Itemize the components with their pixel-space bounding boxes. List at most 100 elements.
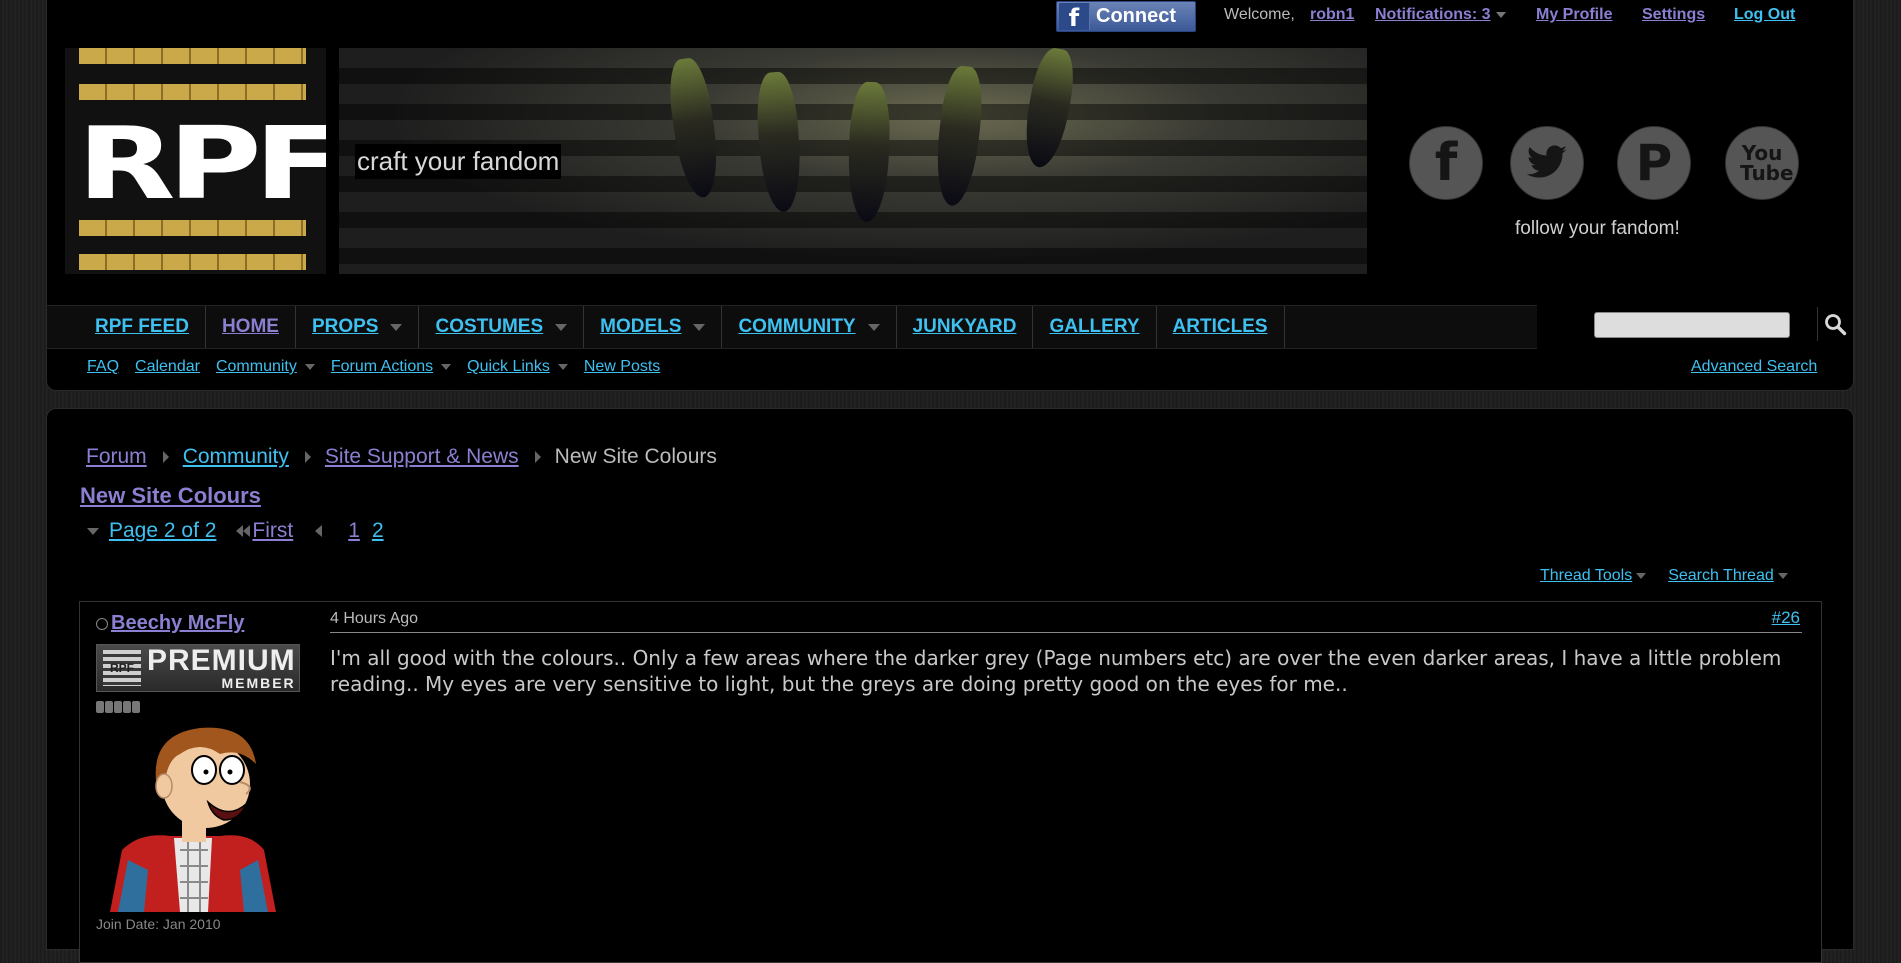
thread-title[interactable]: New Site Colours	[80, 483, 261, 509]
badge-premium-text: PREMIUM	[147, 644, 296, 677]
nav-item-label: HOME	[221, 316, 279, 337]
chevron-down-icon[interactable]	[555, 323, 568, 331]
post-date: 4 Hours Ago	[330, 610, 1802, 633]
banner-claw-decor	[931, 64, 987, 208]
subnav-item-new-posts[interactable]: New Posts	[584, 358, 660, 376]
post-number-link[interactable]: #26	[1772, 608, 1800, 628]
banner-claw-decor	[846, 81, 892, 223]
nav-item-costumes[interactable]: COSTUMES	[419, 306, 585, 348]
page-1-link[interactable]: 1	[348, 519, 360, 543]
top-links-bar: f Connect Welcome, robn1 Notifications: …	[47, 0, 1853, 34]
nav-item-community[interactable]: COMMUNITY	[722, 306, 897, 348]
breadcrumb-arrow-icon	[162, 451, 169, 463]
nav-item-label: COSTUMES	[435, 316, 544, 337]
forum-post: Beechy McFly RPF PREMIUM MEMBER Join Dat…	[79, 601, 1822, 963]
logo-brick-decor	[79, 254, 306, 270]
nav-item-models[interactable]: MODELS	[584, 306, 723, 348]
nav-item-label: PROPS	[311, 316, 379, 337]
page-menu-caret-icon[interactable]	[87, 527, 99, 535]
notifications-link[interactable]: Notifications: 3	[1375, 6, 1491, 24]
logo-text: RPF	[77, 105, 326, 222]
settings-link[interactable]: Settings	[1642, 6, 1705, 24]
breadcrumb-community[interactable]: Community	[183, 445, 289, 469]
page-2-link[interactable]: 2	[372, 519, 384, 543]
post-username-link[interactable]: Beechy McFly	[111, 612, 244, 635]
subnav-item-community[interactable]: Community	[216, 358, 315, 376]
previous-page-icon[interactable]	[315, 525, 323, 537]
breadcrumb-site-support[interactable]: Site Support & News	[325, 445, 519, 469]
breadcrumb-current: New Site Colours	[554, 445, 717, 468]
subnav-item-faq[interactable]: FAQ	[87, 358, 119, 376]
nav-item-rpf-feed[interactable]: RPF FEED	[47, 306, 206, 348]
chevron-down-icon[interactable]	[693, 323, 706, 331]
premium-member-badge: RPF PREMIUM MEMBER	[96, 644, 300, 692]
youtube-glyph: You Tube	[1740, 141, 1794, 185]
log-out-link[interactable]: Log Out	[1734, 6, 1795, 24]
page-of-link[interactable]: Page 2 of 2	[109, 519, 216, 543]
avatar-cartoon-image	[110, 727, 276, 912]
chevron-down-icon[interactable]	[867, 323, 880, 331]
subnav-item-label: Calendar	[135, 358, 200, 375]
subnav-item-forum-actions[interactable]: Forum Actions	[330, 358, 452, 376]
thread-tools-link[interactable]: Thread Tools	[1540, 567, 1632, 585]
username-link[interactable]: robn1	[1310, 6, 1354, 24]
pinterest-social-icon[interactable]: P	[1617, 126, 1691, 200]
banner-claw-decor	[754, 70, 804, 214]
pinterest-glyph: P	[1635, 134, 1673, 192]
nav-item-label: COMMUNITY	[738, 316, 856, 337]
nav-item-label: RPF FEED	[95, 316, 189, 337]
chevron-down-icon[interactable]	[390, 323, 403, 331]
nav-item-articles[interactable]: ARTICLES	[1157, 306, 1285, 348]
subnav-item-label: Community	[215, 358, 297, 375]
banner-tagline: craft your fandom	[355, 144, 562, 179]
notifications-caret-icon[interactable]	[1496, 12, 1506, 18]
chevron-down-icon[interactable]	[441, 364, 452, 370]
nav-item-gallery[interactable]: GALLERY	[1033, 306, 1157, 348]
subnav-item-label: Forum Actions	[330, 358, 434, 375]
my-profile-link[interactable]: My Profile	[1536, 6, 1612, 24]
subnav-item-quick-links[interactable]: Quick Links	[467, 358, 568, 376]
facebook-connect-button[interactable]: f Connect	[1056, 1, 1196, 32]
nav-item-label: JUNKYARD	[912, 316, 1017, 337]
search-thread-caret-icon[interactable]	[1777, 573, 1788, 579]
logo-brick-decor	[79, 84, 306, 100]
subnav-item-label: New Posts	[583, 358, 661, 375]
offline-status-icon	[96, 618, 108, 630]
main-nav-bar: RPF FEED HOME PROPS COSTUMES MODELS COMMUNITY…	[47, 305, 1537, 349]
nav-item-junkyard[interactable]: JUNKYARD	[897, 306, 1034, 348]
search-thread-link[interactable]: Search Thread	[1668, 567, 1774, 585]
advanced-search-link[interactable]: Advanced Search	[1691, 358, 1817, 376]
nav-item-props[interactable]: PROPS	[296, 306, 420, 348]
first-page-link[interactable]: First	[252, 519, 293, 543]
sub-nav-bar: FAQ Calendar Community Forum Actions Quick L…	[87, 358, 676, 376]
twitter-social-icon[interactable]	[1510, 126, 1584, 200]
search-button[interactable]	[1817, 307, 1852, 341]
welcome-text: Welcome,	[1224, 6, 1295, 23]
chevron-down-icon[interactable]	[557, 364, 568, 370]
main-nav-list: RPF FEED HOME PROPS COSTUMES MODELS COMMUNITY…	[47, 306, 1285, 348]
breadcrumb-forum[interactable]: Forum	[86, 445, 147, 469]
search-thread-wrap: Search Thread	[1668, 567, 1788, 585]
header-banner: craft your fandom	[339, 48, 1367, 274]
thread-tools-bar: Thread Tools Search Thread	[1540, 567, 1788, 585]
breadcrumb-arrow-icon	[304, 451, 311, 463]
nav-item-home[interactable]: HOME	[206, 306, 296, 348]
thread-tools-caret-icon[interactable]	[1636, 573, 1647, 579]
rpf-logo[interactable]: RPF	[65, 48, 326, 274]
post-text: I'm all good with the colours.. Only a f…	[330, 646, 1782, 696]
logo-brick-decor	[79, 48, 306, 64]
first-page-icon[interactable]	[236, 525, 251, 537]
header-search-input[interactable]	[1594, 312, 1790, 338]
facebook-social-icon[interactable]: f	[1409, 126, 1483, 200]
site-header: f Connect Welcome, robn1 Notifications: …	[46, 0, 1854, 391]
youtube-social-icon[interactable]: You Tube	[1725, 126, 1799, 200]
avatar[interactable]	[100, 720, 286, 912]
subnav-item-calendar[interactable]: Calendar	[135, 358, 200, 376]
subnav-item-label: Quick Links	[467, 358, 550, 375]
logo-brick-decor	[79, 220, 306, 236]
forum-content: Forum Community Site Support & News New …	[46, 408, 1854, 963]
chevron-down-icon[interactable]	[304, 364, 315, 370]
subnav-item-label: FAQ	[87, 358, 120, 375]
follow-your-fandom-text: follow your fandom!	[1515, 218, 1680, 239]
banner-claw-decor	[1018, 48, 1080, 171]
